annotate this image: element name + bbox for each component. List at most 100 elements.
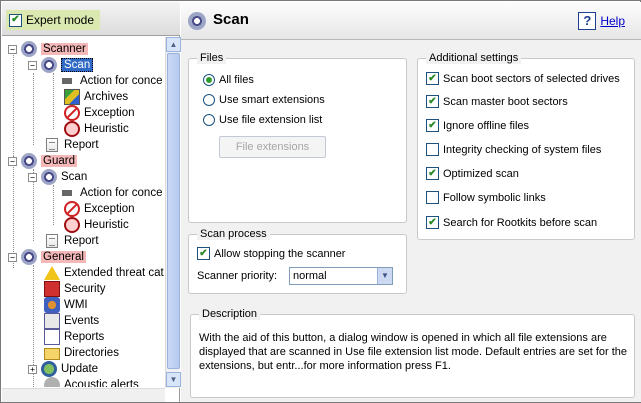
all-files-option[interactable]: All files [203,74,254,86]
option-master-boot[interactable]: ✔ Scan master boot sectors [426,95,568,108]
option-follow-symlinks[interactable]: Follow symbolic links [426,191,546,204]
option-optimized-scan[interactable]: ✔ Optimized scan [426,167,519,180]
scan-process-group-title: Scan process [197,228,270,240]
file-extension-list-radio[interactable] [203,114,215,126]
scanner-priority-select[interactable]: normal ▼ [289,267,393,285]
scroll-up-icon[interactable]: ▲ [166,37,181,52]
additional-settings-title: Additional settings [426,52,522,64]
expert-mode-label: Expert mode [26,13,95,27]
chevron-down-icon[interactable]: ▼ [377,268,392,284]
wmi-icon [44,297,60,313]
tree-item-wmi[interactable]: WMI [44,297,88,313]
gear-icon [21,41,37,57]
expand-icon[interactable]: + [28,364,37,374]
warning-icon [44,266,60,280]
tree-item-events[interactable]: Events [44,313,99,329]
security-icon [44,281,60,297]
tree-item-scanner-archives[interactable]: Archives [64,89,128,105]
checkbox[interactable] [426,191,439,204]
checkbox[interactable] [426,143,439,156]
action-icon [60,187,74,199]
additional-settings-group: Additional settings ✔ Scan boot sectors … [417,52,635,240]
scroll-down-icon[interactable]: ▼ [166,372,181,387]
help-icon[interactable]: ? [578,12,597,30]
collapse-icon[interactable]: − [28,172,37,182]
gear-icon [188,12,206,30]
gear-icon [21,249,37,265]
expert-mode-toggle[interactable]: ✔ Expert mode [6,10,101,30]
gear-icon [41,169,57,185]
report-icon [46,138,58,152]
option-boot-sectors[interactable]: ✔ Scan boot sectors of selected drives [426,72,620,85]
tree-item-security[interactable]: Security [44,281,106,297]
help-label[interactable]: Help [600,14,625,28]
tree-item-directories[interactable]: Directories [44,345,119,361]
tree-item-reports[interactable]: Reports [44,329,104,345]
checkbox[interactable]: ✔ [426,119,439,132]
smart-extensions-option[interactable]: Use smart extensions [203,94,325,106]
help-link[interactable]: ? Help [578,12,625,30]
reports-icon [44,329,60,345]
exception-icon [64,105,80,121]
report-icon [46,234,58,248]
collapse-icon[interactable]: − [28,60,37,70]
exception-icon [64,201,80,217]
file-extensions-button[interactable]: File extensions [219,136,326,158]
scanner-priority-label: Scanner priority: [197,270,278,282]
right-pane: Scan ? Help Files All files Use smart ex… [181,2,641,402]
checkbox[interactable]: ✔ [426,167,439,180]
tree-item-guard-exception[interactable]: Exception [64,201,135,217]
files-group-title: Files [197,52,227,64]
all-files-radio[interactable] [203,74,215,86]
description-title: Description [199,308,261,320]
collapse-icon[interactable]: − [8,44,17,54]
tree-item-general[interactable]: − General [8,249,86,265]
gear-icon [41,57,57,73]
page-header: Scan ? Help [181,2,641,40]
tree-item-guard-report[interactable]: Report [44,233,99,249]
tree-item-extended-threat[interactable]: Extended threat cat [44,265,164,281]
option-rootkits[interactable]: ✔ Search for Rootkits before scan [426,216,597,229]
heuristic-icon [64,217,80,233]
settings-tree: − Scanner − Scan Action for conce Archiv… [2,37,164,387]
folder-icon [44,348,60,360]
expert-mode-bar: ✔ Expert mode [2,2,180,36]
option-ignore-offline[interactable]: ✔ Ignore offline files [426,119,529,132]
checkbox[interactable]: ✔ [426,95,439,108]
tree-item-scanner-report[interactable]: Report [44,137,99,153]
tree-item-scanner-heuristic[interactable]: Heuristic [64,121,129,137]
tree-item-scanner-exception[interactable]: Exception [64,105,135,121]
tree-item-acoustic-alerts[interactable]: Acoustic alerts [44,377,139,387]
file-extension-list-option[interactable]: Use file extension list [203,114,322,126]
option-integrity-check[interactable]: Integrity checking of system files [426,143,601,156]
tree-horizontal-scrollbar[interactable] [2,388,165,402]
tree-scrollbar[interactable]: ▲ ▼ [165,37,181,388]
tree-item-guard[interactable]: − Guard [8,153,77,169]
tree-item-guard-scan[interactable]: − Scan [28,169,87,185]
left-pane: ✔ Expert mode − Scanner − Scan Action fo… [2,2,181,402]
events-icon [44,313,60,329]
allow-stopping-checkbox[interactable]: ✔ [197,247,210,260]
gear-icon [21,153,37,169]
collapse-icon[interactable]: − [8,252,17,262]
heuristic-icon [64,121,80,137]
expert-mode-checkbox[interactable]: ✔ [9,13,22,27]
tree-item-update[interactable]: + Update [28,361,98,377]
scroll-thumb[interactable] [167,53,180,369]
tree-item-scanner-scan[interactable]: − Scan [28,57,94,73]
scan-process-group: Scan process ✔ Allow stopping the scanne… [188,228,407,294]
tree-item-scanner-action[interactable]: Action for conce [60,73,162,89]
tree-item-scanner[interactable]: − Scanner [8,41,88,57]
allow-stopping-option[interactable]: ✔ Allow stopping the scanner [197,247,345,260]
files-group: Files All files Use smart extensions Use… [188,52,407,223]
description-group: Description With the aid of this button,… [190,308,635,398]
speaker-icon [44,377,60,387]
tree-item-guard-heuristic[interactable]: Heuristic [64,217,129,233]
checkbox[interactable]: ✔ [426,216,439,229]
smart-extensions-radio[interactable] [203,94,215,106]
checkbox[interactable]: ✔ [426,72,439,85]
page-title: Scan [213,11,249,28]
archive-icon [64,89,80,105]
collapse-icon[interactable]: − [8,156,17,166]
tree-item-guard-action[interactable]: Action for conce [60,185,162,201]
